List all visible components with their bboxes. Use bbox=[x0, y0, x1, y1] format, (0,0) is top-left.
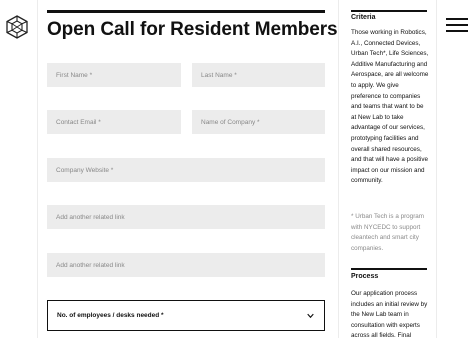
related-link-placeholder-2: Add another related link bbox=[56, 261, 125, 269]
process-text: Our application process includes an init… bbox=[351, 290, 428, 338]
process-rule bbox=[351, 268, 427, 270]
employees-desks-select[interactable]: No. of employees / desks needed * bbox=[47, 300, 325, 331]
company-name-field[interactable]: Name of Company * bbox=[192, 110, 325, 134]
criteria-rule bbox=[351, 10, 427, 12]
contact-email-placeholder: Contact Email * bbox=[56, 118, 101, 126]
hexagon-cube-logo-icon bbox=[6, 15, 28, 39]
company-name-placeholder: Name of Company * bbox=[201, 118, 260, 126]
criteria-text: Those working in Robotics, A.I., Connect… bbox=[351, 29, 429, 185]
criteria-heading: Criteria bbox=[351, 14, 376, 21]
right-gutter-divider bbox=[338, 0, 339, 338]
menu-gutter-divider bbox=[436, 0, 437, 338]
company-website-field[interactable]: Company Website * bbox=[47, 158, 325, 182]
process-heading: Process bbox=[351, 273, 379, 280]
last-name-field[interactable]: Last Name * bbox=[192, 63, 325, 87]
urban-tech-note: * Urban Tech is a program with NYCEDC to… bbox=[351, 213, 425, 252]
last-name-placeholder: Last Name * bbox=[201, 71, 237, 79]
first-name-placeholder: First Name * bbox=[56, 71, 93, 79]
related-link-field-1[interactable]: Add another related link bbox=[47, 205, 325, 229]
company-website-placeholder: Company Website * bbox=[56, 166, 114, 174]
first-name-field[interactable]: First Name * bbox=[47, 63, 181, 87]
page-title: Open Call for Resident Members bbox=[47, 19, 338, 40]
left-gutter-divider bbox=[37, 0, 38, 338]
title-rule bbox=[47, 10, 325, 13]
menu-button[interactable] bbox=[446, 18, 468, 34]
hamburger-menu-icon bbox=[446, 18, 468, 20]
logo[interactable] bbox=[5, 15, 29, 39]
related-link-field-2[interactable]: Add another related link bbox=[47, 253, 325, 277]
contact-email-field[interactable]: Contact Email * bbox=[47, 110, 181, 134]
chevron-down-icon bbox=[307, 313, 314, 319]
employees-desks-select-label: No. of employees / desks needed * bbox=[57, 312, 164, 319]
related-link-placeholder-1: Add another related link bbox=[56, 213, 125, 221]
